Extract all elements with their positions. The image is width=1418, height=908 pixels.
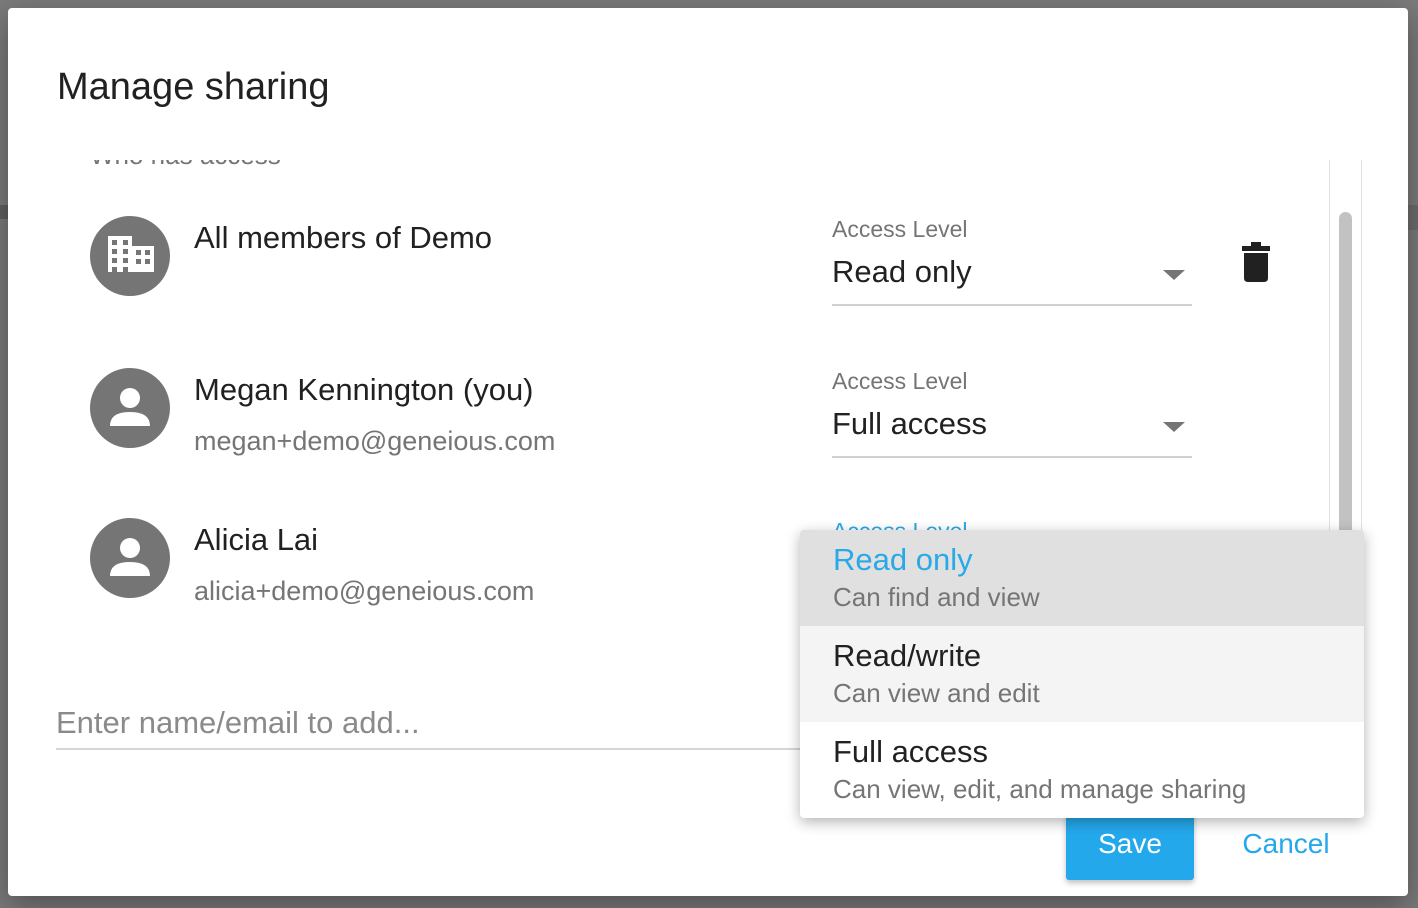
menu-item-read-only[interactable]: Read only Can find and view bbox=[800, 530, 1364, 626]
member-name: All members of Demo bbox=[194, 220, 493, 255]
chevron-down-icon bbox=[1163, 270, 1185, 280]
select-underline bbox=[832, 304, 1192, 306]
scrollbar[interactable] bbox=[1329, 160, 1362, 542]
scrollbar-thumb[interactable] bbox=[1339, 212, 1352, 542]
access-level-value: Full access bbox=[832, 406, 988, 441]
chevron-down-icon bbox=[1163, 422, 1185, 432]
section-heading: Who has access bbox=[90, 160, 281, 171]
save-button[interactable]: Save bbox=[1066, 808, 1194, 880]
access-level-select[interactable]: Access Level Read only bbox=[832, 216, 1192, 306]
member-email: megan+demo@geneious.com bbox=[194, 426, 556, 456]
member-name: Alicia Lai bbox=[194, 522, 319, 557]
cancel-button[interactable]: Cancel bbox=[1222, 808, 1350, 880]
access-level-value: Read only bbox=[832, 254, 972, 289]
access-level-label: Access Level bbox=[832, 368, 968, 394]
select-underline bbox=[832, 456, 1192, 458]
member-email: alicia+demo@geneious.com bbox=[194, 576, 535, 606]
member-row: All members of Demo Access Level Read on… bbox=[90, 216, 1330, 316]
menu-item-label: Read/write bbox=[833, 638, 982, 673]
menu-item-description: Can view and edit bbox=[833, 678, 1040, 708]
backdrop-edge bbox=[0, 205, 8, 219]
dialog-title: Manage sharing bbox=[57, 66, 330, 108]
menu-item-description: Can view, edit, and manage sharing bbox=[833, 774, 1247, 804]
person-icon bbox=[110, 388, 150, 426]
trash-icon bbox=[1242, 242, 1270, 282]
menu-item-full-access[interactable]: Full access Can view, edit, and manage s… bbox=[800, 722, 1364, 818]
avatar bbox=[90, 368, 170, 448]
menu-item-description: Can find and view bbox=[833, 582, 1040, 612]
avatar bbox=[90, 216, 170, 296]
member-name: Megan Kennington (you) bbox=[194, 372, 534, 407]
member-row: Megan Kennington (you) megan+demo@geneio… bbox=[90, 368, 1330, 468]
backdrop-edge bbox=[1408, 205, 1418, 230]
menu-item-label: Read only bbox=[833, 542, 973, 577]
person-icon bbox=[110, 538, 150, 576]
add-member-input[interactable] bbox=[56, 698, 816, 750]
building-icon bbox=[108, 236, 154, 272]
menu-item-read-write[interactable]: Read/write Can view and edit bbox=[800, 626, 1364, 722]
menu-item-label: Full access bbox=[833, 734, 989, 769]
access-level-menu: Read only Can find and view Read/write C… bbox=[800, 530, 1364, 818]
access-level-label: Access Level bbox=[832, 216, 968, 242]
access-level-select[interactable]: Access Level Full access bbox=[832, 368, 1192, 458]
avatar bbox=[90, 518, 170, 598]
remove-member-button[interactable] bbox=[1242, 242, 1270, 282]
